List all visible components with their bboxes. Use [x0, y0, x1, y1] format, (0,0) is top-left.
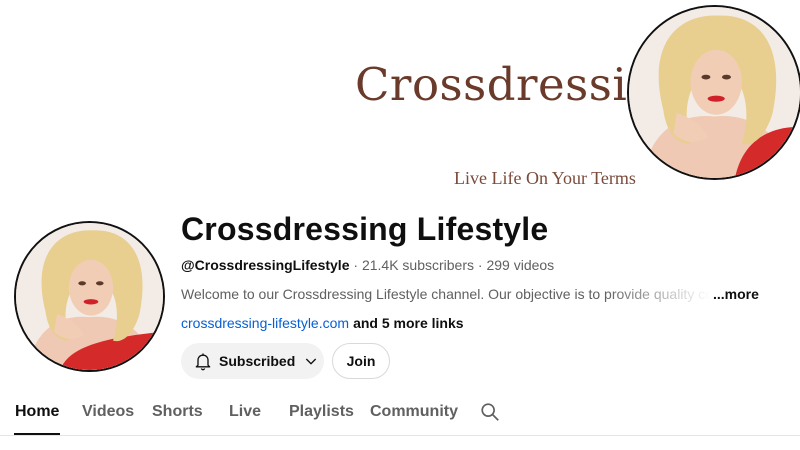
channel-tabs: Home Videos Shorts Live Playlists Commun…	[0, 390, 800, 436]
channel-description[interactable]: Welcome to our Crossdressing Lifestyle c…	[181, 286, 771, 302]
tab-videos[interactable]: Videos	[82, 403, 134, 421]
tab-shorts[interactable]: Shorts	[152, 403, 203, 421]
tab-playlists[interactable]: Playlists	[289, 403, 354, 421]
channel-meta: @CrossdressingLifestyle · 21.4K subscrib…	[181, 257, 555, 273]
chevron-down-icon	[306, 358, 317, 365]
active-tab-indicator	[14, 433, 60, 435]
join-button[interactable]: Join	[332, 343, 390, 379]
channel-links: crossdressing-lifestyle.com and 5 more li…	[181, 315, 464, 331]
banner-portrait-image	[627, 5, 800, 180]
search-icon[interactable]	[479, 401, 501, 423]
tab-home[interactable]: Home	[15, 403, 59, 421]
subscribed-button[interactable]: Subscribed	[181, 343, 324, 379]
tab-live[interactable]: Live	[229, 403, 261, 421]
subscribed-label: Subscribed	[219, 353, 296, 369]
bell-icon	[195, 353, 211, 371]
channel-website-link[interactable]: crossdressing-lifestyle.com	[181, 315, 349, 331]
more-links-button[interactable]: and 5 more links	[353, 315, 463, 331]
channel-handle: @CrossdressingLifestyle	[181, 257, 350, 273]
channel-avatar[interactable]	[14, 221, 165, 372]
more-button[interactable]: ...more	[713, 286, 759, 302]
subscriber-count: 21.4K subscribers	[361, 257, 475, 273]
description-text: Welcome to our Crossdressing Lifestyle c…	[181, 286, 711, 302]
banner-tagline: Live Life On Your Terms	[454, 168, 636, 188]
tab-community[interactable]: Community	[370, 403, 458, 421]
channel-name: Crossdressing Lifestyle	[181, 211, 549, 247]
video-count: 299 videos	[486, 257, 555, 273]
channel-banner: CrossdressingL Live Life On Your Terms	[0, 0, 800, 205]
